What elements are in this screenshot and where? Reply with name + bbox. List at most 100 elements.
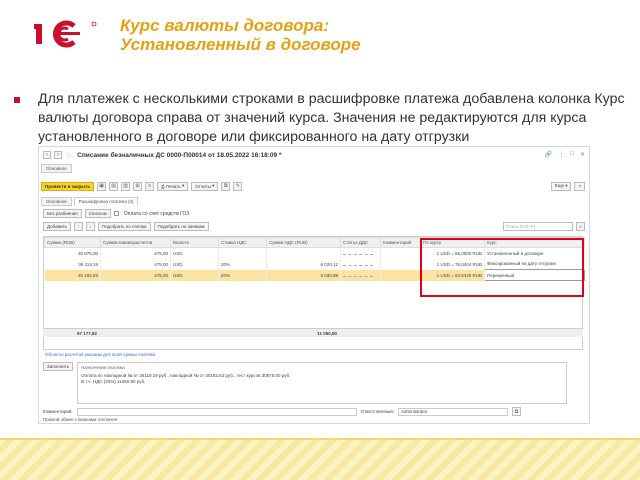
link-icon[interactable]: 🔗 [545, 151, 552, 158]
slide-body-text: Для платежек с несколькими строками в ра… [38, 91, 625, 145]
dds-placeholder [343, 253, 373, 255]
tab-main-2[interactable]: Основное [41, 197, 72, 206]
comment-input[interactable] [76, 407, 357, 416]
open-icon[interactable]: ⧉ [511, 407, 521, 416]
cell-sum: 30 182,63 [44, 269, 101, 281]
save-icon[interactable]: ▣ [97, 181, 107, 191]
cell-dds [340, 247, 381, 259]
cell-vat-rate [218, 247, 267, 259]
fill-by-bills-button[interactable]: Подобрать по заявкам [153, 222, 209, 231]
search-icon[interactable]: ⌕ [576, 222, 585, 231]
cell-comment [380, 258, 421, 270]
help-button[interactable]: ? [574, 181, 585, 191]
table-row[interactable]: 36 119,19 475,00 USD 20% 6 020,12 1 USD … [44, 258, 585, 270]
col-sum[interactable]: Сумма (RUB) [44, 237, 101, 248]
slide-title-line2: Установленный в договоре [120, 35, 361, 54]
form-tabs: Основное [41, 164, 72, 173]
print-button[interactable]: ⎙ Печать ▾ [157, 181, 189, 191]
slide-title-line1: Курс валюты договора: [120, 16, 330, 35]
cell-dds [340, 269, 381, 281]
fill-by-invoices-button[interactable]: Подобрать по счетам [97, 222, 151, 231]
table-header: Сумма (RUB) Сумма взаиморасчетов Валюта … [44, 237, 585, 248]
forward-arrow-icon[interactable]: › [54, 151, 62, 159]
cell-rate-type: Фиксированный на дату отгрузки [484, 258, 585, 270]
tab-main[interactable]: Основное [41, 164, 72, 173]
reports-label: Отчеты [195, 183, 211, 189]
col-rate[interactable]: По курсу [420, 237, 485, 248]
edit-icon[interactable]: ✎ [233, 181, 243, 191]
col-rate-type[interactable]: Курс [484, 237, 585, 248]
col-comment[interactable]: Комментарий [380, 237, 421, 248]
cell-rate-type: Установленный в договоре [484, 247, 585, 259]
col-dds[interactable]: Статья ДДС [340, 237, 381, 248]
reports-button[interactable]: Отчеты ▾ [191, 181, 219, 191]
dt-kt-icon[interactable]: ≡ [145, 181, 155, 191]
cell-vat: 5 030,68 [266, 269, 341, 281]
up-arrow-icon[interactable]: ↑ [73, 222, 83, 231]
list-button[interactable]: Списком [84, 209, 111, 218]
cell-vat-rate: 20% [218, 258, 267, 270]
cell-vat [266, 247, 341, 259]
cell-mutual: 475,00 [100, 258, 171, 270]
cell-dds [340, 258, 381, 270]
print-label: Печать [165, 183, 181, 189]
cell-mutual: 475,00 [100, 269, 171, 281]
cell-mutual: 475,00 [100, 247, 171, 259]
dds-placeholder [343, 264, 373, 266]
cell-currency: USD [170, 258, 219, 270]
fill-purpose-button[interactable]: Заполнить [43, 362, 74, 371]
col-vat-sum[interactable]: Сумма НДС (RUB) [266, 237, 341, 248]
total-vat: 11 050,80 [317, 330, 337, 336]
total-sum: 97 177,82 [76, 330, 97, 336]
unpost-icon[interactable]: ▥ [121, 181, 131, 191]
back-arrow-icon[interactable]: ‹ [43, 151, 51, 159]
comment-label: Комментарий: [43, 409, 73, 414]
post-and-close-button[interactable]: Провести и закрыть [41, 181, 95, 191]
table-toolbar: Добавить ↑ ↓ Подобрать по счетам Подобра… [43, 222, 585, 231]
cell-comment [380, 269, 421, 281]
document-title: Списание безналичных ДС 0000-П00014 от 1… [77, 151, 282, 159]
purpose-textarea[interactable]: Назначение платежа Оплата по накладной №… [77, 362, 568, 404]
table-totals: 97 177,82 11 050,80 [43, 328, 583, 337]
maximize-icon[interactable]: □ [570, 151, 574, 158]
bullet-marker [14, 97, 20, 103]
close-icon[interactable]: ✕ [580, 151, 585, 158]
col-mutual[interactable]: Сумма взаиморасчетов [100, 237, 171, 248]
post-icon[interactable]: ▤ [109, 181, 119, 191]
responsible-label: Ответственный: [360, 409, 394, 414]
purpose-line2: В т.ч. НДС (20%) 11050.80 руб. [81, 379, 146, 384]
attach-icon[interactable]: ⧉ [221, 181, 231, 191]
table-row[interactable]: 30 875,00 475,00 USD 1 USD = 65,0000 RUB… [44, 247, 585, 259]
cell-sum: 36 119,19 [44, 258, 101, 270]
search-input[interactable]: Поиск (Ctrl+F) [503, 222, 573, 231]
decorative-bottom-band [0, 438, 640, 480]
slide-title: Курс валюты договора: Установленный в до… [120, 16, 361, 54]
window-controls: 🔗 ⋮ □ ✕ [545, 151, 585, 158]
goz-checkbox[interactable] [113, 211, 119, 216]
table-row-selected[interactable]: 30 182,63 475,00 USD 20% 5 030,68 1 USD … [44, 269, 585, 281]
payment-tabs: Основное Расшифровка платежа (3) [41, 197, 139, 206]
cell-currency: USD [170, 269, 219, 281]
structure-icon[interactable]: ⊞ [133, 181, 143, 191]
split-toolbar: Без разбиения Списком Оплата со счет сре… [43, 209, 189, 218]
down-arrow-icon[interactable]: ↓ [85, 222, 95, 231]
settlement-objects-link[interactable]: Объекты расчетов указаны для всей суммы … [45, 352, 156, 357]
main-toolbar: Провести и закрыть ▣ ▤ ▥ ⊞ ≡ ⎙ Печать ▾ … [41, 181, 585, 191]
window-titlebar: ‹ › ☆ Списание безналичных ДС 0000-П0001… [39, 147, 589, 163]
add-button[interactable]: Добавить [43, 222, 71, 231]
purpose-label: Назначение платежа [81, 365, 125, 370]
document-window: ‹ › ☆ Списание безналичных ДС 0000-П0001… [38, 146, 590, 424]
cell-vat: 6 020,12 [266, 258, 341, 270]
more-button[interactable]: Еще ▾ [550, 181, 572, 191]
responsible-input[interactable]: Administrator [397, 407, 508, 416]
cell-rate-type[interactable]: Переменный [484, 269, 585, 281]
more-icon[interactable]: ⋮ [558, 151, 564, 158]
favorite-star-icon[interactable]: ☆ [65, 151, 72, 160]
cell-rate: 1 USD = 63,5428 RUB [420, 269, 485, 281]
col-vat-rate[interactable]: Ставка НДС [218, 237, 267, 248]
col-currency[interactable]: Валюта [170, 237, 219, 248]
footer-fields: Комментарий: Ответственный: Administrato… [43, 407, 585, 416]
cell-vat-rate: 20% [218, 269, 267, 281]
no-split-button[interactable]: Без разбиения [43, 209, 82, 218]
tab-payment-breakdown[interactable]: Расшифровка платежа (3) [73, 197, 139, 206]
